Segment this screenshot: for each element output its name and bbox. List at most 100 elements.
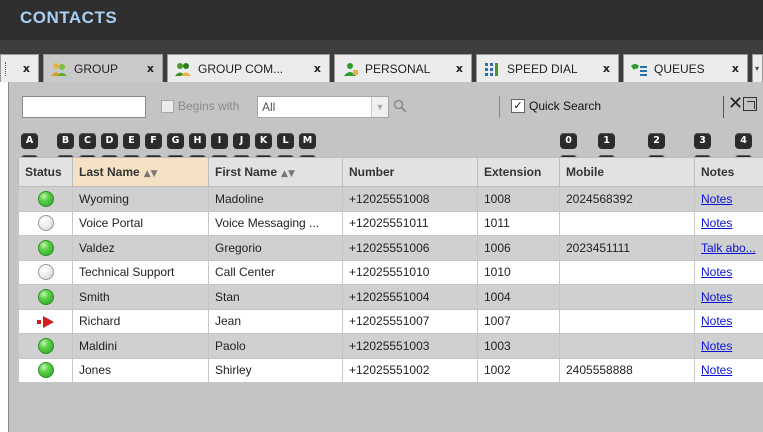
tab-label: QUEUES <box>654 61 705 76</box>
extension-cell: 1010 <box>477 259 560 285</box>
letter-key-d[interactable]: D <box>101 133 118 149</box>
table-row[interactable]: Technical Support Call Center +120255510… <box>18 259 763 285</box>
letter-key-a[interactable]: A <box>21 133 38 149</box>
column-header-notes[interactable]: Notes <box>694 157 763 187</box>
letter-key-g[interactable]: G <box>167 133 184 149</box>
status-cell <box>18 308 73 334</box>
tab-close-icon[interactable]: x <box>147 62 154 75</box>
tab-close-icon[interactable]: x <box>23 62 30 75</box>
letter-key-i[interactable]: I <box>211 133 228 149</box>
number-cell: +12025551011 <box>342 210 478 236</box>
letter-key-m[interactable]: M <box>299 133 316 149</box>
digit-key-0[interactable]: 0 <box>560 133 577 149</box>
offline-status-icon <box>37 215 54 232</box>
column-header-number[interactable]: Number <box>342 157 478 187</box>
extension-cell: 1008 <box>477 186 560 212</box>
last-name-cell: Technical Support <box>72 259 209 285</box>
search-input[interactable] <box>22 96 146 118</box>
digit-key-3[interactable]: 3 <box>694 133 711 149</box>
letter-key-l[interactable]: L <box>277 133 294 149</box>
popout-icon[interactable] <box>743 97 757 111</box>
notes-link[interactable]: Notes <box>701 265 732 279</box>
notes-cell: Notes <box>694 357 763 383</box>
first-name-cell: Voice Messaging ... <box>208 210 343 236</box>
filter-value: All <box>262 100 276 114</box>
last-name-cell: Voice Portal <box>72 210 209 236</box>
column-header-first-name[interactable]: First Name ▲▼ <box>208 157 343 187</box>
table-row[interactable]: Smith Stan +12025551004 1004 Notes <box>18 284 763 310</box>
notes-link[interactable]: Notes <box>701 363 732 377</box>
first-name-cell: Shirley <box>208 357 343 383</box>
status-cell <box>18 357 73 383</box>
table-row[interactable]: Maldini Paolo +12025551003 1003 Notes <box>18 333 763 359</box>
number-cell: +12025551003 <box>342 333 478 359</box>
status-cell <box>18 284 73 310</box>
mobile-cell <box>559 333 695 359</box>
column-header-label: Notes <box>701 165 735 179</box>
table-row[interactable]: Richard Jean +12025551007 1007 Notes <box>18 308 763 334</box>
tab-close-icon[interactable]: x <box>456 62 463 75</box>
available-status-icon <box>37 190 54 207</box>
quick-search-checkbox[interactable]: ✓ <box>511 99 525 113</box>
notes-link[interactable]: Notes <box>701 216 732 230</box>
chevron-down-icon[interactable]: ▼ <box>371 97 388 117</box>
letter-key-k[interactable]: K <box>255 133 272 149</box>
table-row[interactable]: Voice Portal Voice Messaging ... +120255… <box>18 210 763 236</box>
column-header-mobile[interactable]: Mobile <box>559 157 695 187</box>
table-row[interactable]: Valdez Gregorio +12025551006 1006 202345… <box>18 235 763 261</box>
filter-dropdown[interactable]: All ▼ <box>257 96 389 118</box>
notes-link[interactable]: Notes <box>701 192 732 206</box>
letter-key-f[interactable]: F <box>145 133 162 149</box>
sort-icon: ▲▼ <box>143 169 158 179</box>
close-icon[interactable]: ✕ <box>728 94 743 114</box>
status-cell <box>18 333 73 359</box>
last-name-cell: Maldini <box>72 333 209 359</box>
table-header-row: Status Last Name ▲▼ First Name ▲▼ Number E… <box>18 157 763 187</box>
letter-key-b[interactable]: B <box>57 133 74 149</box>
status-cell <box>18 235 73 261</box>
tab-speed-dial[interactable]: SPEED DIAL x <box>476 54 619 82</box>
notes-cell: Notes <box>694 333 763 359</box>
tab-close-icon[interactable]: x <box>314 62 321 75</box>
last-name-cell: Valdez <box>72 235 209 261</box>
tab-label: SPEED DIAL <box>507 61 578 76</box>
tab-group-common[interactable]: GROUP COM... x <box>167 54 330 82</box>
table-row[interactable]: Jones Shirley +12025551002 1002 24055588… <box>18 357 763 383</box>
tab-group[interactable]: GROUP x <box>43 54 163 82</box>
notes-cell: Talk abo... <box>694 235 763 261</box>
digit-key-2[interactable]: 2 <box>648 133 665 149</box>
last-name-cell: Jones <box>72 357 209 383</box>
number-cell: +12025551007 <box>342 308 478 334</box>
letter-key-e[interactable]: E <box>123 133 140 149</box>
last-name-cell: Smith <box>72 284 209 310</box>
table-row[interactable]: Wyoming Madoline +12025551008 1008 20245… <box>18 186 763 212</box>
tab-close-icon[interactable]: x <box>603 62 610 75</box>
letter-key-c[interactable]: C <box>79 133 96 149</box>
column-header-status[interactable]: Status <box>18 157 73 187</box>
search-icon[interactable] <box>392 98 408 114</box>
notes-link[interactable]: Notes <box>701 290 732 304</box>
notes-link[interactable]: Notes <box>701 314 732 328</box>
queues-icon <box>630 61 648 77</box>
tab-overflow[interactable]: x <box>0 54 39 82</box>
letter-key-j[interactable]: J <box>233 133 250 149</box>
column-header-label: Number <box>349 165 395 179</box>
tab-close-icon[interactable]: x <box>732 62 739 75</box>
letter-key-h[interactable]: H <box>189 133 206 149</box>
digit-key-4[interactable]: 4 <box>735 133 752 149</box>
notes-link[interactable]: Notes <box>701 339 732 353</box>
tab-menu-button[interactable]: ▾ <box>752 54 763 82</box>
column-header-last-name[interactable]: Last Name ▲▼ <box>72 157 209 187</box>
extension-cell: 1006 <box>477 235 560 261</box>
tab-label: GROUP COM... <box>198 61 284 76</box>
notes-cell: Notes <box>694 259 763 285</box>
column-header-extension[interactable]: Extension <box>477 157 560 187</box>
status-cell <box>18 186 73 212</box>
begins-with-checkbox[interactable] <box>161 100 174 113</box>
tab-personal[interactable]: PERSONAL x <box>334 54 472 82</box>
extension-cell: 1002 <box>477 357 560 383</box>
column-header-label: First Name <box>215 165 278 179</box>
tab-queues[interactable]: QUEUES x <box>623 54 748 82</box>
digit-key-1[interactable]: 1 <box>598 133 615 149</box>
notes-link[interactable]: Talk abo... <box>701 241 756 255</box>
